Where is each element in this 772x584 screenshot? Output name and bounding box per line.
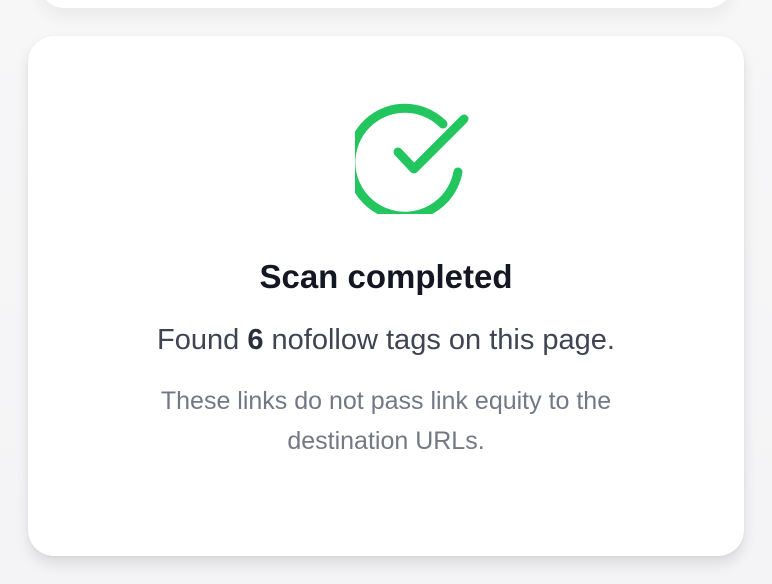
scan-result-card: Scan completed Found 6 nofollow tags on …: [28, 36, 744, 556]
result-note: These links do not pass link equity to t…: [160, 387, 612, 455]
result-prefix: Found: [157, 324, 240, 356]
nofollow-count: 6: [247, 324, 264, 356]
page: Scan completed Found 6 nofollow tags on …: [0, 0, 772, 584]
previous-card: [40, 0, 732, 8]
result-suffix: nofollow tags on this page.: [271, 324, 615, 356]
status-title: Scan completed: [259, 258, 513, 295]
check-circle-icon: [355, 94, 475, 214]
result-summary: Found 6 nofollow tags on this page.: [28, 324, 744, 357]
